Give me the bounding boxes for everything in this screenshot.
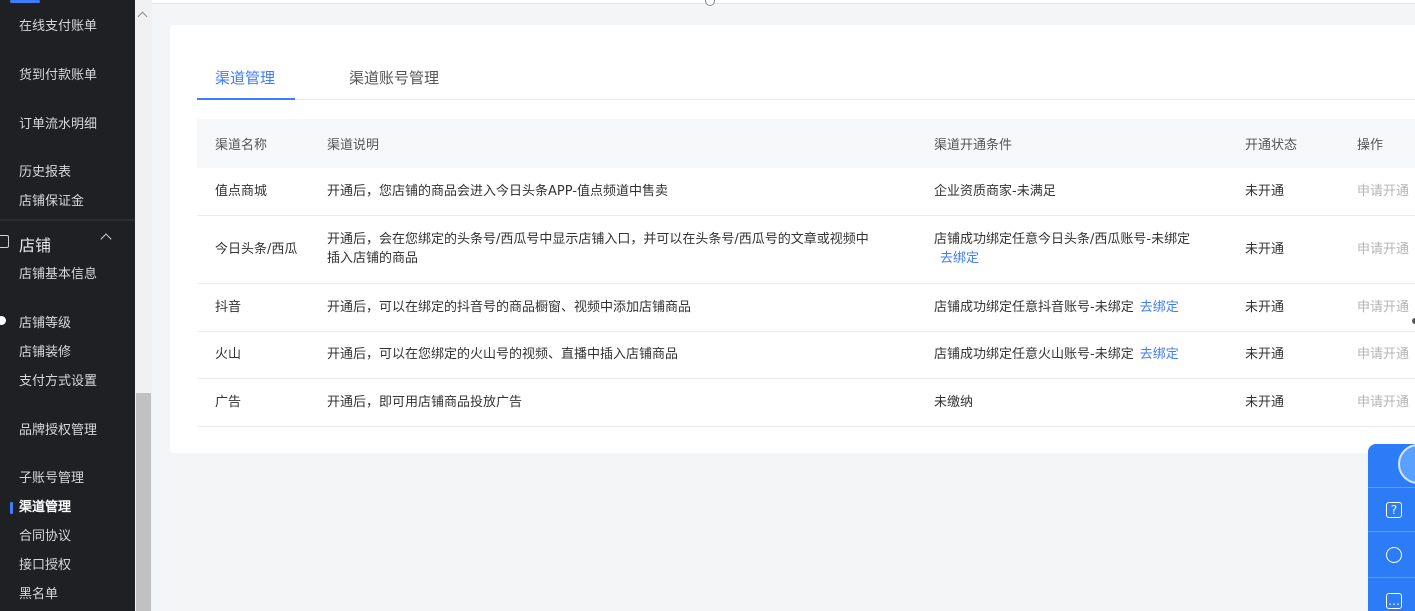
channel-status: 未开通 [1227, 215, 1339, 284]
service-avatar-icon[interactable] [1398, 444, 1415, 484]
apply-open-button[interactable]: 申请开通 [1339, 215, 1415, 284]
sidebar-item-history-report[interactable]: 历史报表 [19, 163, 124, 183]
apply-open-button[interactable]: 申请开通 [1339, 331, 1415, 379]
customer-service-panel[interactable]: ? … [1368, 444, 1415, 611]
tab-bar: 渠道管理 渠道账号管理 [197, 57, 1415, 100]
apply-open-button[interactable]: 申请开通 [1339, 168, 1415, 216]
column-header-name: 渠道名称 [197, 119, 309, 168]
sidebar-scrollbar[interactable] [135, 0, 152, 611]
channel-name: 抖音 [197, 283, 309, 332]
channel-description: 开通后，可以在绑定的抖音号的商品橱窗、视频中添加店铺商品 [309, 283, 916, 332]
sidebar-item-store-basic-info[interactable]: 店铺基本信息 [19, 265, 124, 285]
tab-channel-account-management[interactable]: 渠道账号管理 [349, 67, 439, 100]
bind-link[interactable]: 去绑定 [1140, 347, 1179, 362]
sidebar-item-cod-bill[interactable]: 货到付款账单 [19, 66, 124, 86]
sidebar-item-blacklist[interactable]: 黑名单 [19, 585, 124, 605]
channel-status: 未开通 [1227, 283, 1339, 332]
store-icon [0, 235, 9, 248]
condition-text: 店铺成功绑定任意今日头条/西瓜账号-未绑定 [934, 232, 1191, 247]
channel-status: 未开通 [1227, 378, 1339, 427]
sidebar-item-store-decoration[interactable]: 店铺装修 [19, 343, 124, 363]
chat-icon[interactable]: … [1386, 593, 1402, 609]
condition-text: 企业资质商家-未满足 [934, 183, 1056, 199]
sidebar-item-api-authorization[interactable]: 接口授权 [19, 556, 124, 576]
scroll-up-arrow-icon[interactable] [137, 11, 148, 22]
condition-text: 未缴纳 [934, 394, 974, 410]
channel-card: 渠道管理 渠道账号管理 渠道名称 渠道说明 渠道开通条件 开通状态 操作 值点商… [170, 25, 1415, 453]
sidebar-item-online-payment-bill[interactable]: 在线支付账单 [19, 17, 124, 37]
apply-open-label[interactable]: 申请开通 [1357, 300, 1409, 315]
channel-name: 火山 [197, 331, 309, 379]
table-header-row: 渠道名称 渠道说明 渠道开通条件 开通状态 操作 [197, 119, 1415, 168]
column-header-status: 开通状态 [1227, 119, 1339, 168]
sidebar-top-indicator [10, 0, 40, 3]
channel-condition: 企业资质商家-未满足 [916, 168, 1227, 216]
sidebar: 在线支付账单 货到付款账单 订单流水明细 历史报表 店铺保证金 店铺 店铺基本信… [0, 0, 135, 611]
channel-condition: 店铺成功绑定任意抖音账号-未绑定 去绑定 [916, 283, 1227, 332]
table-row: 今日头条/西瓜 开通后，会在您绑定的头条号/西瓜号中显示店铺入口，并可以在头条号… [197, 215, 1415, 284]
tab-channel-management[interactable]: 渠道管理 [215, 67, 275, 100]
channel-condition: 店铺成功绑定任意今日头条/西瓜账号-未绑定去绑定 [916, 215, 1227, 284]
service-divider [1368, 487, 1415, 488]
sidebar-item-order-flow[interactable]: 订单流水明细 [19, 115, 124, 135]
column-header-action: 操作 [1339, 119, 1415, 168]
channel-description: 开通后，您店铺的商品会进入今日头条APP-值点频道中售卖 [309, 168, 916, 216]
service-divider [1368, 577, 1415, 578]
channel-name: 今日头条/西瓜 [197, 215, 309, 284]
sidebar-item-channel-management[interactable]: 渠道管理 [19, 498, 124, 518]
channel-table: 渠道名称 渠道说明 渠道开通条件 开通状态 操作 值点商城 开通后，您店铺的商品… [197, 119, 1415, 427]
table-row: 火山 开通后，可以在您绑定的火山号的视频、直播中插入店铺商品 店铺成功绑定任意火… [197, 331, 1415, 379]
bind-link[interactable]: 去绑定 [1140, 300, 1179, 315]
table-row: 广告 开通后，即可用店铺商品投放广告 未缴纳 未开通 申请开通 [197, 378, 1415, 427]
channel-description: 开通后，会在您绑定的头条号/西瓜号中显示店铺入口，并可以在头条号/西瓜号的文章或… [309, 215, 916, 284]
apply-open-label[interactable]: 申请开通 [1357, 347, 1409, 362]
service-divider [1368, 531, 1415, 532]
channel-condition: 店铺成功绑定任意火山账号-未绑定 去绑定 [916, 331, 1227, 379]
condition-text: 店铺成功绑定任意火山账号-未绑定 [934, 347, 1134, 362]
sidebar-active-indicator [10, 502, 13, 514]
sidebar-group-label: 店铺 [19, 236, 52, 255]
headset-icon[interactable] [1386, 547, 1402, 563]
sidebar-group-store[interactable]: 店铺 [0, 221, 135, 263]
scrollbar-thumb[interactable] [136, 393, 151, 611]
help-icon[interactable]: ? [1386, 502, 1402, 518]
column-header-description: 渠道说明 [309, 119, 916, 168]
channel-description: 开通后，即可用店铺商品投放广告 [309, 378, 916, 427]
channel-name: 值点商城 [197, 168, 309, 216]
channel-description: 开通后，可以在您绑定的火山号的视频、直播中插入店铺商品 [309, 331, 916, 379]
channel-status: 未开通 [1227, 331, 1339, 379]
apply-open-label[interactable]: 申请开通 [1357, 242, 1409, 257]
sidebar-item-contract[interactable]: 合同协议 [19, 527, 124, 547]
resize-handle[interactable] [705, 0, 715, 6]
sidebar-item-store-level[interactable]: 店铺等级 [19, 314, 124, 334]
apply-open-button[interactable]: 申请开通 [1339, 283, 1415, 332]
tab-active-underline [197, 98, 295, 100]
top-divider [152, 0, 1415, 6]
table-row: 值点商城 开通后，您店铺的商品会进入今日头条APP-值点频道中售卖 企业资质商家… [197, 168, 1415, 216]
apply-open-label[interactable]: 申请开通 [1357, 184, 1409, 199]
sidebar-item-brand-authorization[interactable]: 品牌授权管理 [19, 421, 124, 441]
channel-condition: 未缴纳 [916, 378, 1227, 427]
bind-link[interactable]: 去绑定 [940, 251, 979, 266]
column-header-condition: 渠道开通条件 [916, 119, 1227, 168]
apply-open-button[interactable]: 申请开通 [1339, 378, 1415, 427]
channel-name: 广告 [197, 378, 309, 427]
channel-status: 未开通 [1227, 168, 1339, 216]
sidebar-item-sub-account[interactable]: 子账号管理 [19, 469, 124, 489]
sidebar-item-store-deposit[interactable]: 店铺保证金 [19, 192, 124, 212]
condition-text: 店铺成功绑定任意抖音账号-未绑定 [934, 299, 1134, 315]
sidebar-item-payment-settings[interactable]: 支付方式设置 [19, 372, 124, 392]
apply-open-label[interactable]: 申请开通 [1357, 395, 1409, 410]
chevron-up-icon [100, 233, 112, 245]
table-row: 抖音 开通后，可以在绑定的抖音号的商品橱窗、视频中添加店铺商品 店铺成功绑定任意… [197, 283, 1415, 332]
